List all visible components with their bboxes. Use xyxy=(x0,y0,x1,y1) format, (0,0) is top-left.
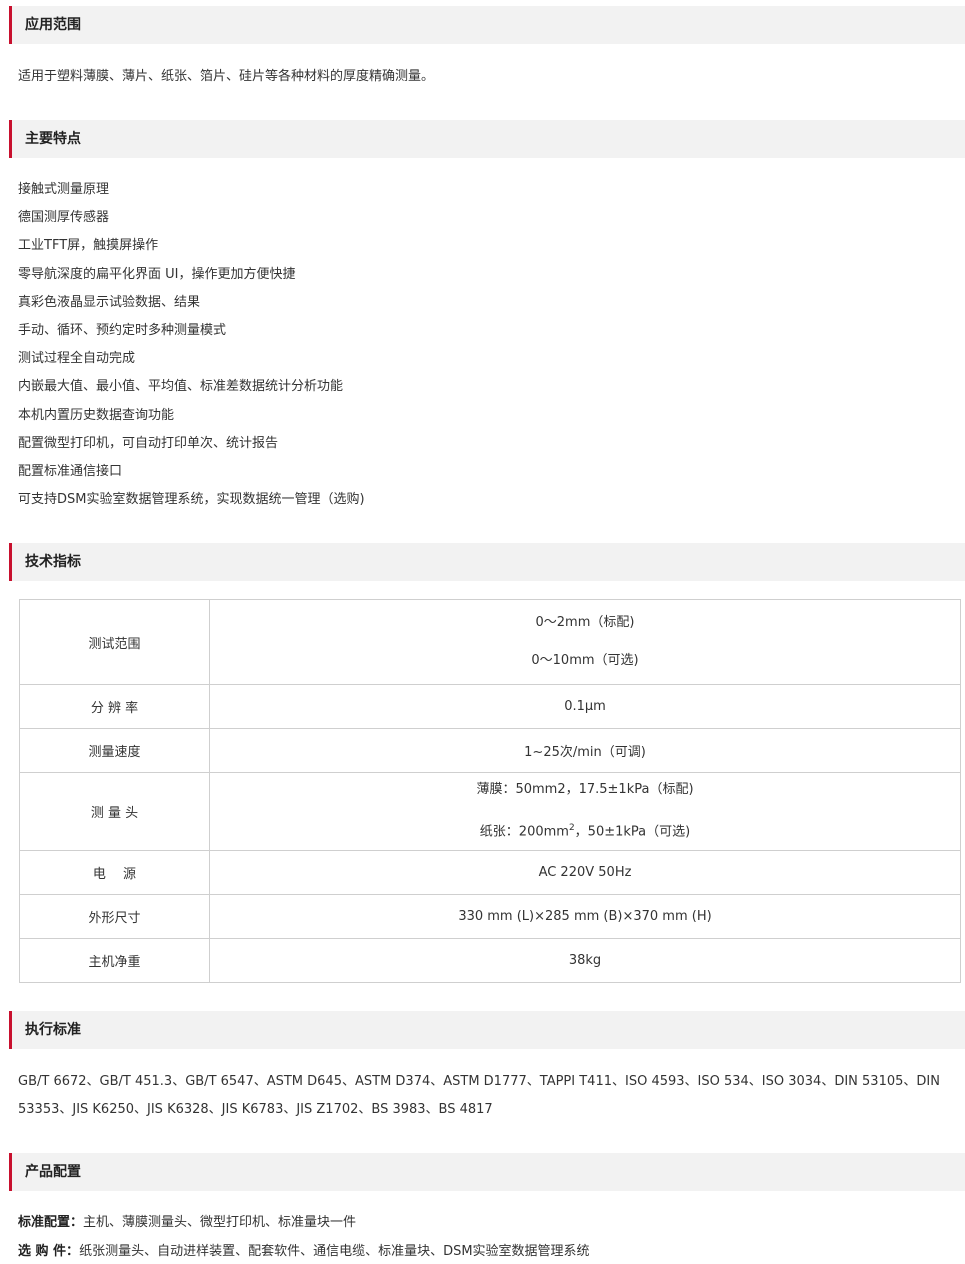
optional-config-line: 选 购 件：纸张测量头、自动进样装置、配套软件、通信电缆、标准量块、DSM实验室… xyxy=(18,1238,948,1264)
feature-item: 配置标准通信接口 xyxy=(18,463,123,479)
feature-item: 德国测厚传感器 xyxy=(18,210,110,226)
spec-table: 测试范围 0～2mm（标配) 0～10mm（可选) 分 辨 率 0.1μm 测量… xyxy=(19,599,961,983)
table-row: 测 量 头 薄膜：50mm2，17.5±1kPa（标配) 纸张：200mm2，5… xyxy=(19,772,961,851)
table-row: 测试范围 0～2mm（标配) 0～10mm（可选) xyxy=(19,599,961,685)
spec-label: 主机净重 xyxy=(19,938,210,983)
section-header-application: 应用范围 xyxy=(9,6,965,44)
feature-item: 接触式测量原理 xyxy=(18,182,110,197)
section-header-standards: 执行标准 xyxy=(9,1011,965,1049)
feature-item: 配置微型打印机，可自动打印单次、统计报告 xyxy=(18,435,279,451)
standards-text: GB/T 6672、GB/T 451.3、GB/T 6547、ASTM D645… xyxy=(18,1074,940,1117)
table-row: 电 源 AC 220V 50Hz xyxy=(19,850,961,895)
table-row: 外形尺寸 330 mm (L)×285 mm (B)×370 mm (H) xyxy=(19,894,961,939)
spec-label: 测 量 头 xyxy=(19,772,210,851)
spec-value: 1~25次/min（可调) xyxy=(209,728,961,773)
spec-label: 外形尺寸 xyxy=(19,894,210,939)
spec-value: 0～2mm（标配) 0～10mm（可选) xyxy=(209,599,961,685)
optional-config-text: 纸张测量头、自动进样装置、配套软件、通信电缆、标准量块、DSM实验室数据管理系统 xyxy=(79,1244,590,1259)
spec-value: 38kg xyxy=(209,938,961,983)
table-row: 主机净重 38kg xyxy=(19,938,961,983)
section-header-features: 主要特点 xyxy=(9,120,965,158)
spec-label: 测量速度 xyxy=(19,728,210,773)
feature-item: 本机内置历史数据查询功能 xyxy=(18,407,175,423)
feature-item: 内嵌最大值、最小值、平均值、标准差数据统计分析功能 xyxy=(18,379,344,395)
standard-config-line: 标准配置：主机、薄膜测量头、微型打印机、标准量块一件 xyxy=(18,1209,948,1237)
spec-value: AC 220V 50Hz xyxy=(209,850,961,895)
feature-item: 测试过程全自动完成 xyxy=(18,351,136,367)
standard-config-label: 标准配置： xyxy=(18,1215,84,1230)
feature-item: 工业TFT屏，触摸屏操作 xyxy=(18,238,159,254)
application-text: 适用于塑料薄膜、薄片、纸张、箔片、硅片等各种材料的厚度精确测量。 xyxy=(18,69,435,84)
spec-value: 330 mm (L)×285 mm (B)×370 mm (H) xyxy=(209,894,961,939)
spec-label: 测试范围 xyxy=(19,599,210,685)
feature-item: 真彩色液晶显示试验数据、结果 xyxy=(18,294,201,310)
spec-label: 分 辨 率 xyxy=(19,684,210,729)
features-list: 接触式测量原理 德国测厚传感器 工业TFT屏，触摸屏操作 零导航深度的扁平化界面… xyxy=(18,176,948,514)
feature-item: 零导航深度的扁平化界面 UI，操作更加方便快捷 xyxy=(18,266,296,282)
spec-value: 0.1μm xyxy=(209,684,961,729)
standard-config-text: 主机、薄膜测量头、微型打印机、标准量块一件 xyxy=(83,1215,357,1230)
section-header-config: 产品配置 xyxy=(9,1153,965,1191)
spec-label: 电 源 xyxy=(19,850,210,895)
feature-item: 手动、循环、预约定时多种测量模式 xyxy=(18,322,227,338)
spec-value: 薄膜：50mm2，17.5±1kPa（标配) 纸张：200mm2，50±1kPa… xyxy=(209,772,961,851)
optional-config-label: 选 购 件： xyxy=(18,1244,80,1259)
table-row: 分 辨 率 0.1μm xyxy=(19,684,961,729)
feature-item: 可支持DSM实验室数据管理系统，实现数据统一管理（选购) xyxy=(18,492,365,508)
table-row: 测量速度 1~25次/min（可调) xyxy=(19,728,961,773)
section-header-specs: 技术指标 xyxy=(9,543,965,581)
